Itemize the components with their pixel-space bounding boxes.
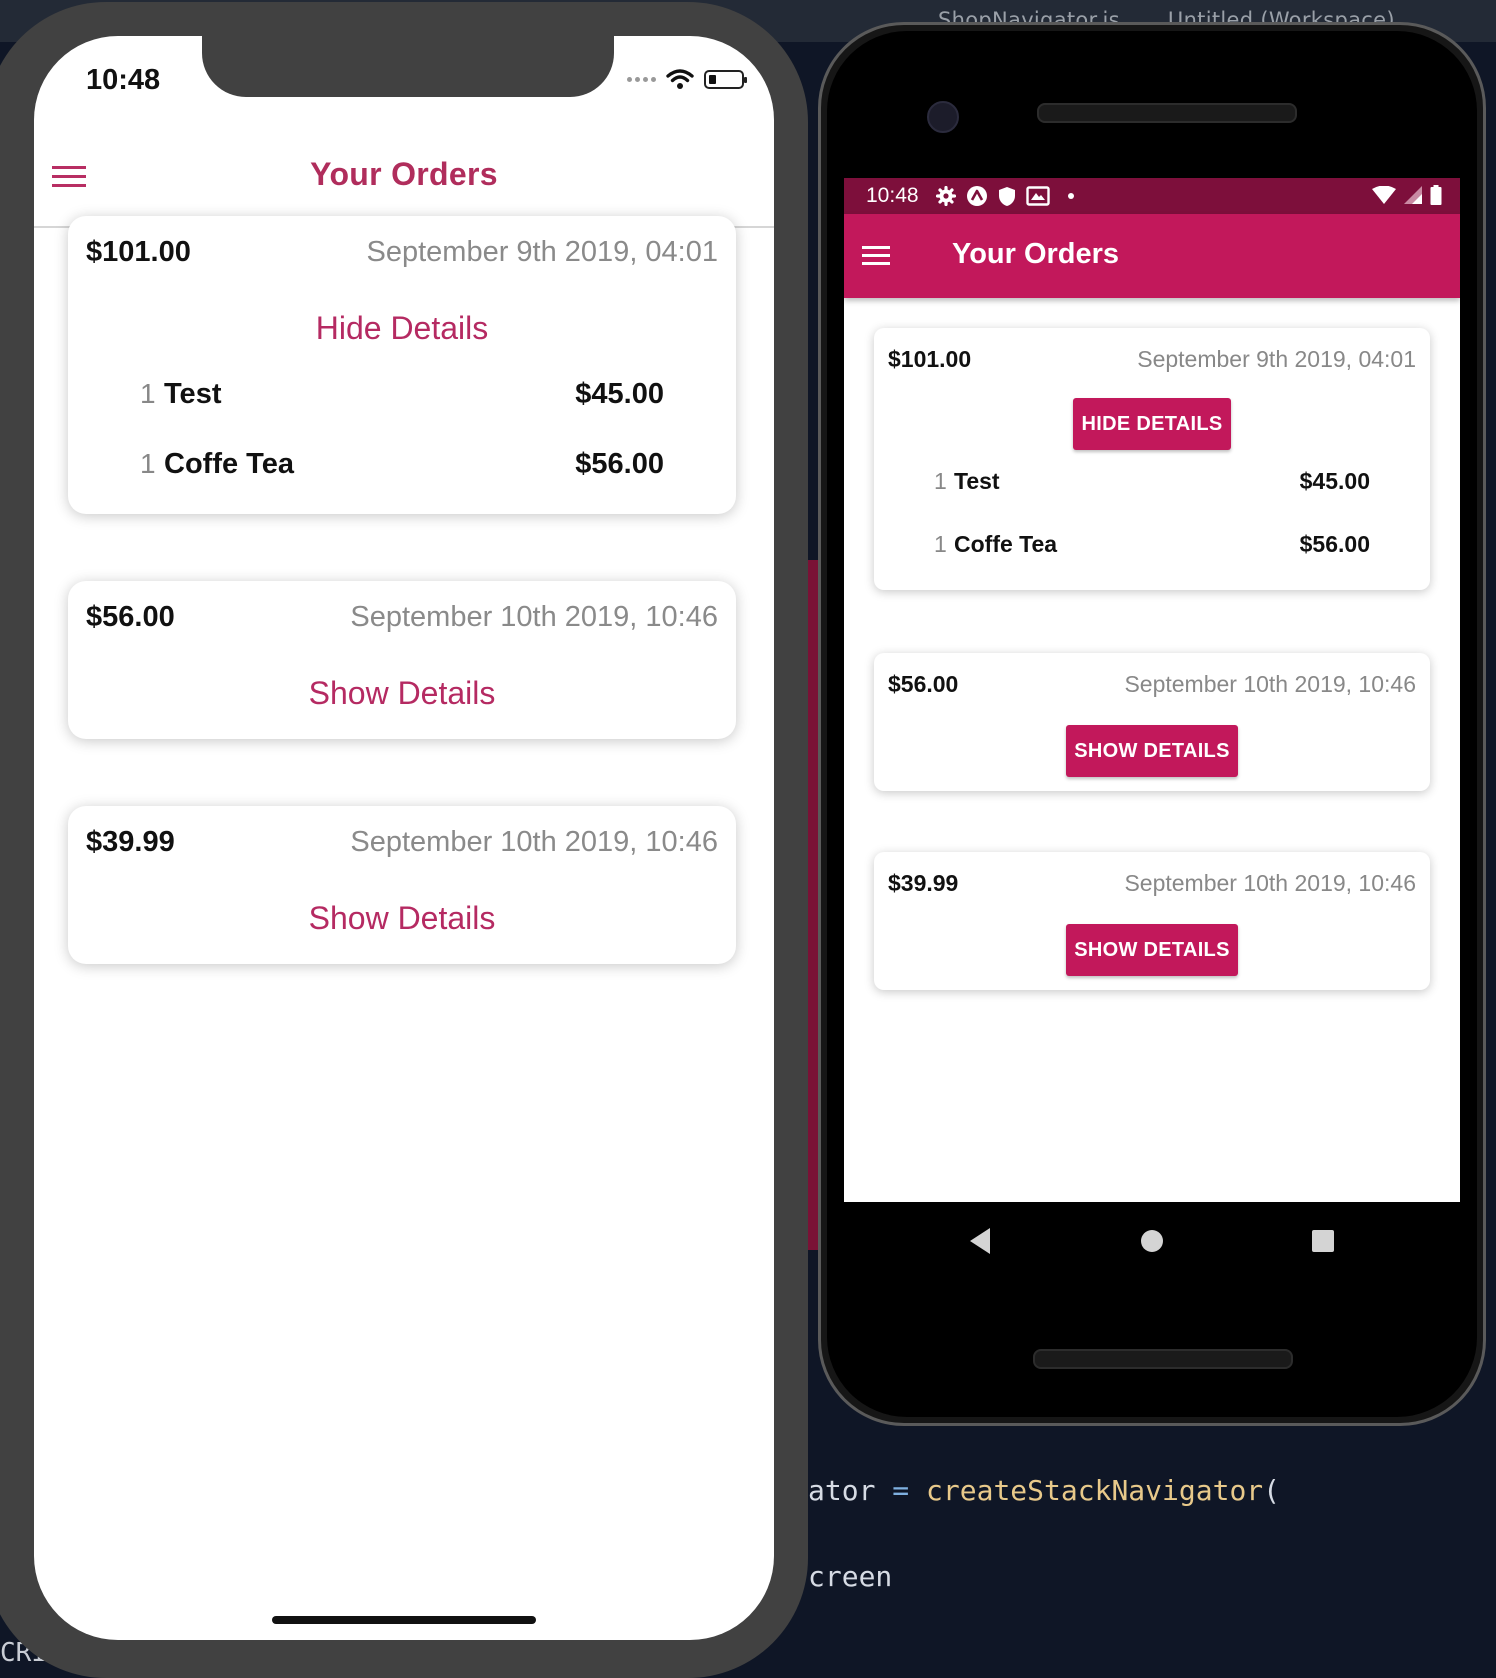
code-line-screen[interactable]: creen <box>808 1560 892 1593</box>
order-card: $39.99 September 10th 2019, 10:46 SHOW D… <box>874 852 1430 990</box>
expo-logo-icon <box>967 186 987 206</box>
android-status-time: 10:48 <box>866 184 919 207</box>
show-details-button[interactable]: Show Details <box>68 675 736 712</box>
battery-icon <box>1430 185 1442 205</box>
recent-apps-icon[interactable] <box>1312 1230 1334 1252</box>
order-date: September 10th 2019, 10:46 <box>1124 671 1416 697</box>
more-notifications-dot-icon <box>1068 193 1074 199</box>
item-title: Coffe Tea <box>954 531 1058 557</box>
android-status-bar: 10:48 <box>844 178 1460 214</box>
order-date: September 9th 2019, 04:01 <box>1137 346 1416 372</box>
wifi-icon <box>666 69 694 89</box>
battery-icon <box>704 69 747 89</box>
order-line-item: 1 Coffe Tea $56.00 <box>140 448 664 488</box>
item-price: $56.00 <box>1299 531 1370 557</box>
item-quantity: 1 <box>140 378 156 409</box>
item-price: $56.00 <box>575 448 664 480</box>
item-quantity: 1 <box>934 531 947 557</box>
order-card: $56.00 September 10th 2019, 10:46 SHOW D… <box>874 653 1430 791</box>
order-amount: $39.99 <box>86 826 175 858</box>
hide-details-button[interactable]: Hide Details <box>68 310 736 347</box>
order-date: September 10th 2019, 10:46 <box>1124 870 1416 896</box>
show-details-button[interactable]: SHOW DETAILS <box>1066 924 1238 976</box>
top-speaker-grille <box>1037 103 1297 123</box>
order-amount: $56.00 <box>86 601 175 633</box>
home-indicator[interactable] <box>272 1616 536 1624</box>
show-details-button[interactable]: Show Details <box>68 900 736 937</box>
ios-status-time: 10:48 <box>86 64 161 96</box>
ios-header-bar: Your Orders <box>34 130 774 228</box>
iphone-screen: 10:48 Your Orders $101.00 September 9th … <box>34 36 774 1640</box>
item-title: Test <box>954 468 1000 494</box>
order-amount: $56.00 <box>888 671 959 697</box>
order-amount: $101.00 <box>86 236 191 268</box>
order-card: $101.00 September 9th 2019, 04:01 Hide D… <box>68 216 736 514</box>
iphone-simulator-frame: 10:48 Your Orders $101.00 September 9th … <box>0 2 808 1678</box>
order-line-item: 1 Test $45.00 <box>140 378 664 418</box>
cell-signal-icon <box>1404 186 1422 204</box>
hamburger-menu-icon[interactable] <box>862 246 890 266</box>
front-camera-icon <box>927 101 959 133</box>
code-token-identifier: ator <box>808 1474 876 1507</box>
order-line-item: 1 Test $45.00 <box>934 468 1370 502</box>
ios-status-icons <box>627 68 747 90</box>
order-amount: $101.00 <box>888 346 972 372</box>
order-card: $56.00 September 10th 2019, 10:46 Show D… <box>68 581 736 739</box>
order-date: September 10th 2019, 10:46 <box>350 826 718 858</box>
code-token-operator: = <box>892 1474 910 1507</box>
order-amount: $39.99 <box>888 870 959 896</box>
item-quantity: 1 <box>140 448 156 479</box>
hide-details-button[interactable]: HIDE DETAILS <box>1073 398 1231 450</box>
android-system-icons <box>1372 185 1442 205</box>
settings-gear-icon <box>936 186 956 206</box>
order-card: $39.99 September 10th 2019, 10:46 Show D… <box>68 806 736 964</box>
order-date: September 9th 2019, 04:01 <box>366 236 718 268</box>
page-title: Your Orders <box>952 238 1120 270</box>
android-app-bar: Your Orders <box>844 214 1460 298</box>
wifi-icon <box>1372 186 1396 204</box>
shield-icon <box>999 186 1015 206</box>
show-details-button[interactable]: SHOW DETAILS <box>1066 725 1238 777</box>
item-title: Test <box>164 378 222 410</box>
code-token-paren: ( <box>1263 1474 1281 1507</box>
back-icon[interactable] <box>970 1228 990 1254</box>
android-notification-icons <box>936 185 1074 207</box>
bottom-speaker-grille <box>1033 1349 1293 1369</box>
order-card: $101.00 September 9th 2019, 04:01 HIDE D… <box>874 328 1430 590</box>
picture-in-picture-icon <box>1026 186 1050 206</box>
cellular-signal-icon <box>627 76 656 82</box>
home-icon[interactable] <box>1141 1230 1163 1252</box>
order-date: September 10th 2019, 10:46 <box>350 601 718 633</box>
code-line-stack-navigator[interactable]: ator = createStackNavigator( <box>808 1474 1280 1507</box>
code-token-function: createStackNavigator <box>926 1474 1264 1507</box>
page-title: Your Orders <box>310 156 498 192</box>
item-quantity: 1 <box>934 468 947 494</box>
android-screen: 10:48 Your Orders $101.00 September 9th … <box>844 178 1460 1202</box>
item-price: $45.00 <box>1299 468 1370 494</box>
android-navigation-bar <box>844 1202 1460 1282</box>
item-price: $45.00 <box>575 378 664 410</box>
order-line-item: 1 Coffe Tea $56.00 <box>934 531 1370 565</box>
iphone-notch <box>202 36 614 97</box>
item-title: Coffe Tea <box>164 448 294 480</box>
